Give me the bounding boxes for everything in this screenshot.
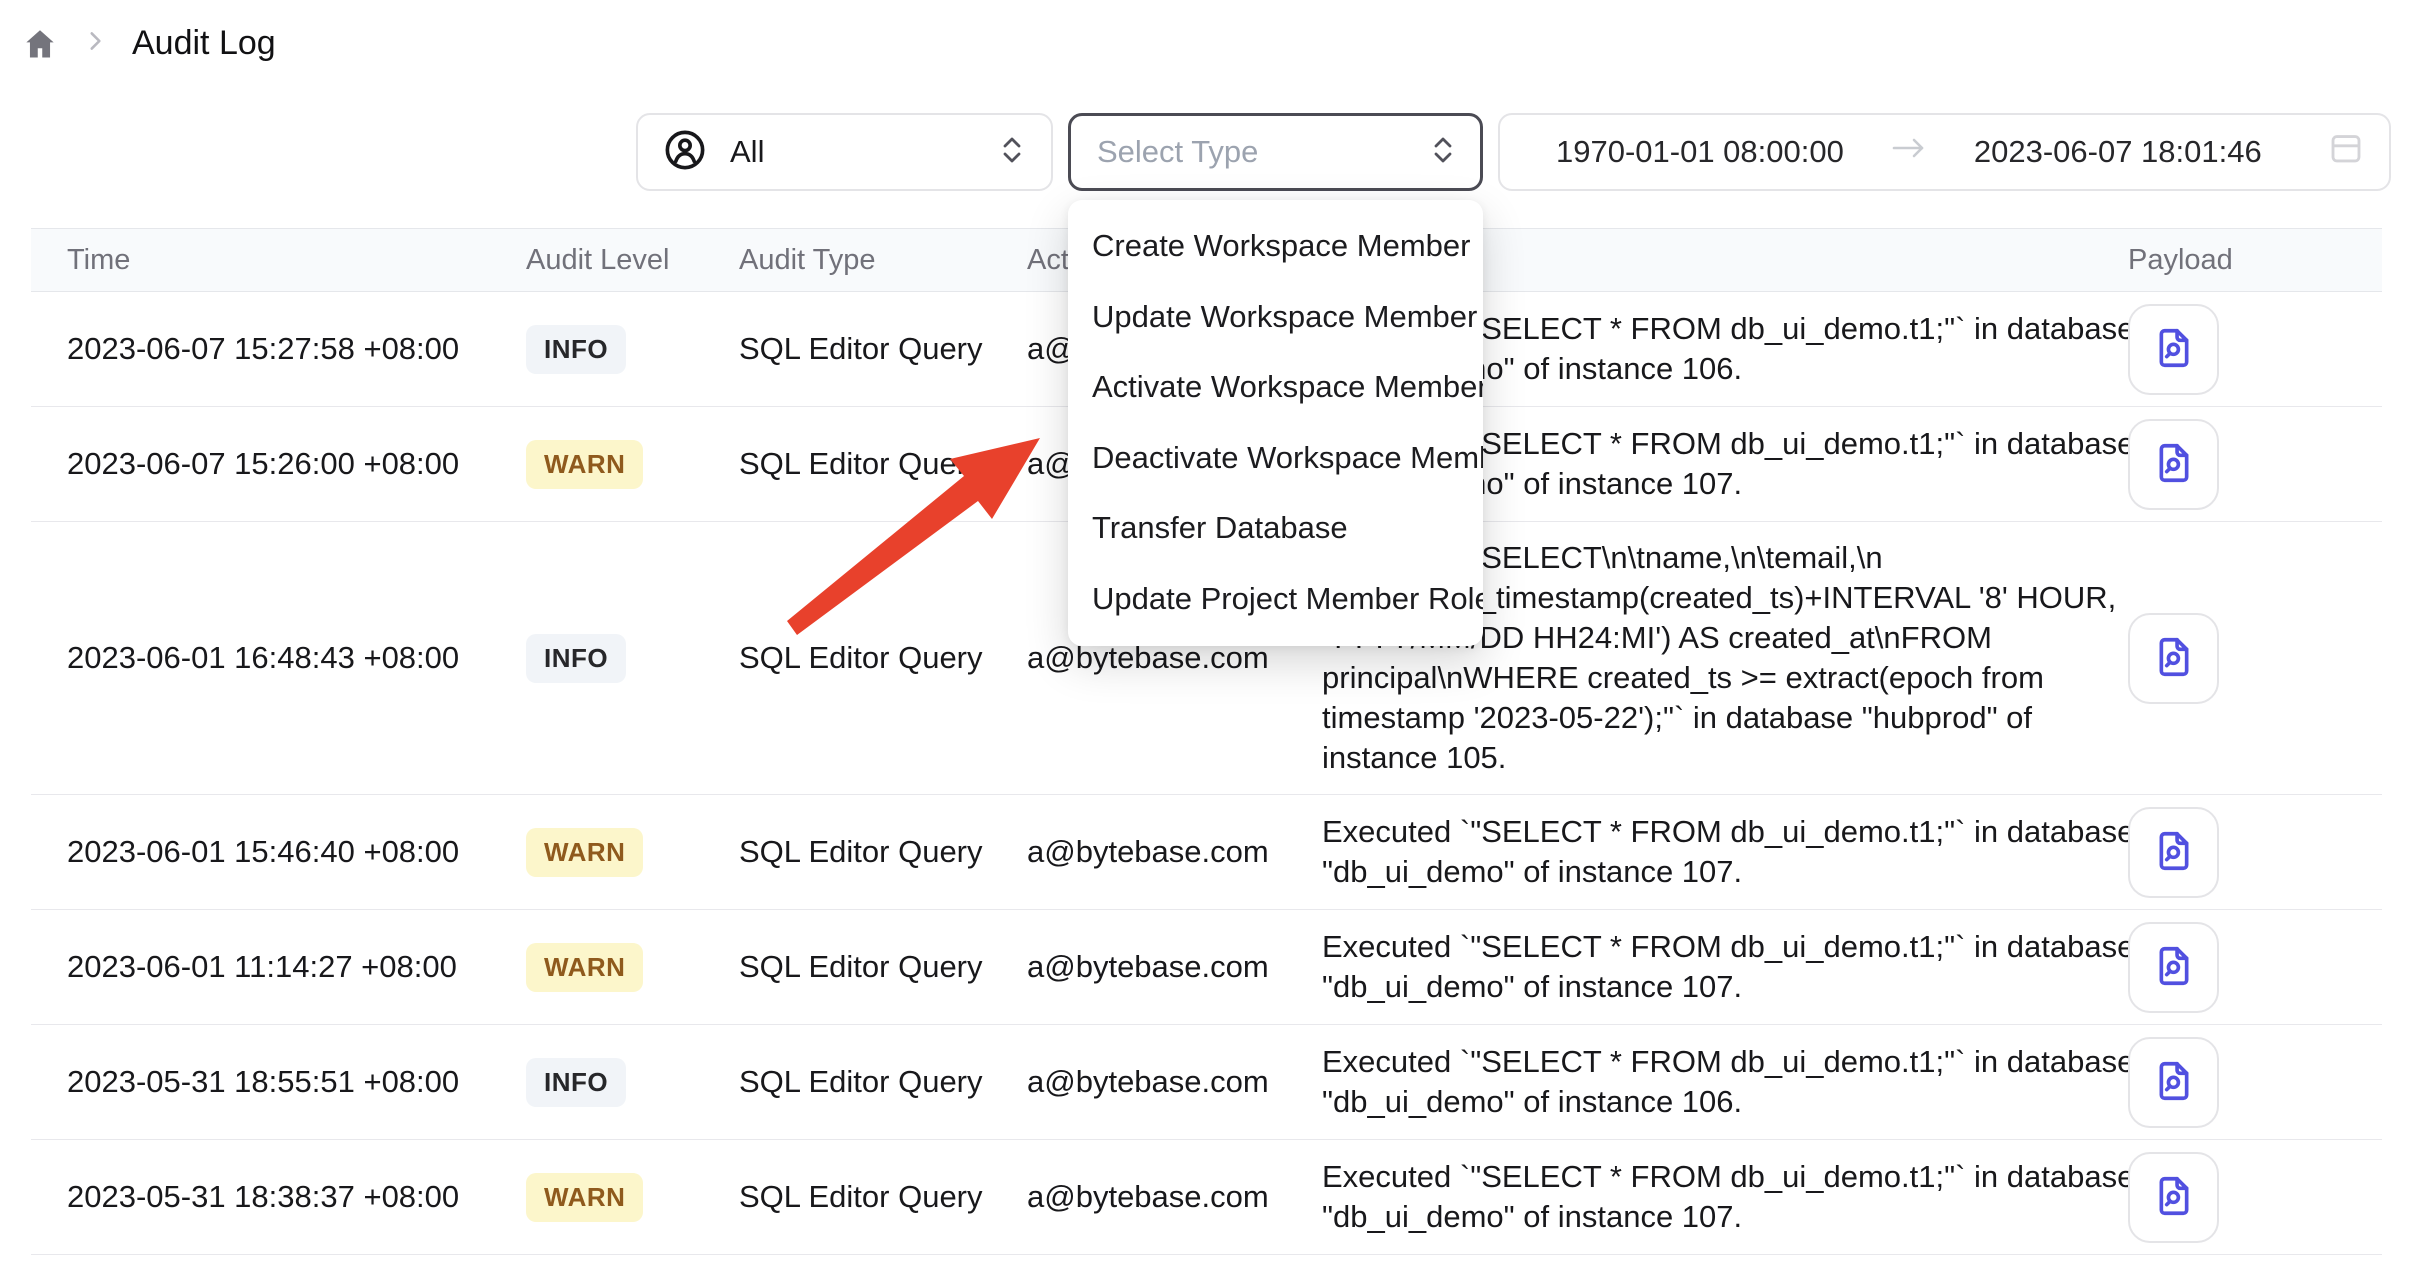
chevron-right-icon	[82, 28, 108, 59]
view-payload-button[interactable]	[2128, 1037, 2219, 1128]
audit-type: SQL Editor Query	[739, 640, 1027, 676]
comment-line: Executed `"SELECT * FROM db_ui_demo.t1;"…	[1322, 1157, 2097, 1197]
audit-level-badge: INFO	[526, 1058, 626, 1107]
audit-level-badge: WARN	[526, 943, 643, 992]
dropdown-option[interactable]: Create Workspace Member	[1068, 211, 1483, 282]
table-row: 2023-05-31 18:38:37 +08:00 WARN SQL Edit…	[31, 1140, 2382, 1255]
audit-time: 2023-06-07 15:26:00 +08:00	[31, 446, 526, 482]
file-search-icon	[2151, 634, 2197, 683]
comment-line: "db_ui_demo" of instance 107.	[1322, 1197, 2097, 1237]
dropdown-option[interactable]: Update Workspace Member	[1068, 282, 1483, 353]
comment-line: instance 105.	[1322, 738, 2097, 778]
audit-type: SQL Editor Query	[739, 949, 1027, 985]
comment-line: Executed `"SELECT * FROM db_ui_demo.t1;"…	[1322, 812, 2097, 852]
audit-type: SQL Editor Query	[739, 331, 1027, 367]
audit-level-badge: INFO	[526, 325, 626, 374]
chevron-up-down-icon	[1428, 132, 1458, 173]
header-payload: Payload	[2097, 244, 2382, 277]
view-payload-button[interactable]	[2128, 1152, 2219, 1243]
file-search-icon	[2151, 943, 2197, 992]
header-time: Time	[31, 244, 526, 277]
date-range-picker[interactable]: 1970-01-01 08:00:00 2023-06-07 18:01:46	[1498, 113, 2391, 191]
audit-actor: a@bytebase.com	[1027, 1179, 1322, 1215]
view-payload-button[interactable]	[2128, 419, 2219, 510]
table-row: 2023-05-31 18:55:51 +08:00 INFO SQL Edit…	[31, 1025, 2382, 1140]
view-payload-button[interactable]	[2128, 613, 2219, 704]
audit-level-badge: INFO	[526, 634, 626, 683]
view-payload-button[interactable]	[2128, 807, 2219, 898]
calendar-icon	[2327, 129, 2365, 175]
table-row: 2023-06-01 15:46:40 +08:00 WARN SQL Edit…	[31, 795, 2382, 910]
comment-line: "db_ui_demo" of instance 106.	[1322, 1082, 2097, 1122]
audit-time: 2023-06-01 15:46:40 +08:00	[31, 834, 526, 870]
file-search-icon	[2151, 325, 2197, 374]
type-filter-placeholder: Select Type	[1097, 134, 1258, 170]
comment-line: Executed `"SELECT * FROM db_ui_demo.t1;"…	[1322, 1042, 2097, 1082]
page-title: Audit Log	[132, 24, 276, 63]
dropdown-option[interactable]: Transfer Database	[1068, 493, 1483, 564]
view-payload-button[interactable]	[2128, 304, 2219, 395]
comment-line: "db_ui_demo" of instance 107.	[1322, 967, 2097, 1007]
audit-time: 2023-06-01 16:48:43 +08:00	[31, 640, 526, 676]
type-dropdown-menu: Create Workspace MemberUpdate Workspace …	[1068, 200, 1483, 646]
header-audit-type: Audit Type	[739, 244, 1027, 277]
audit-comment: Executed `"SELECT * FROM db_ui_demo.t1;"…	[1322, 911, 2097, 1023]
audit-type: SQL Editor Query	[739, 834, 1027, 870]
audit-type: SQL Editor Query	[739, 1064, 1027, 1100]
comment-line: principal\nWHERE created_ts >= extract(e…	[1322, 658, 2097, 698]
audit-time: 2023-05-31 18:38:37 +08:00	[31, 1179, 526, 1215]
comment-line: "db_ui_demo" of instance 107.	[1322, 852, 2097, 892]
actor-filter-select[interactable]: All	[636, 113, 1053, 191]
audit-type: SQL Editor Query	[739, 1179, 1027, 1215]
audit-time: 2023-06-01 11:14:27 +08:00	[31, 949, 526, 985]
file-search-icon	[2151, 828, 2197, 877]
date-range-end[interactable]: 2023-06-07 18:01:46	[1974, 134, 2262, 170]
dropdown-option[interactable]: Update Project Member Role	[1068, 564, 1483, 635]
filter-bar: All Select Type 1970-01-01 08:00:00 2023…	[636, 113, 2391, 191]
partial-next-row	[31, 1255, 2382, 1267]
audit-level-badge: WARN	[526, 828, 643, 877]
audit-comment: Executed `"SELECT * FROM db_ui_demo.t1;"…	[1322, 796, 2097, 908]
audit-level-badge: WARN	[526, 440, 643, 489]
chevron-up-down-icon	[997, 132, 1027, 173]
dropdown-option[interactable]: Activate Workspace Member	[1068, 352, 1483, 423]
date-range-start[interactable]: 1970-01-01 08:00:00	[1556, 134, 1844, 170]
home-icon[interactable]	[22, 26, 58, 62]
audit-actor: a@bytebase.com	[1027, 949, 1322, 985]
audit-level-badge: WARN	[526, 1173, 643, 1222]
file-search-icon	[2151, 1058, 2197, 1107]
type-filter-select[interactable]: Select Type	[1068, 113, 1483, 191]
header-audit-level: Audit Level	[526, 244, 739, 277]
person-circle-icon	[662, 127, 708, 178]
audit-type: SQL Editor Query	[739, 446, 1027, 482]
comment-line: Executed `"SELECT * FROM db_ui_demo.t1;"…	[1322, 927, 2097, 967]
audit-time: 2023-05-31 18:55:51 +08:00	[31, 1064, 526, 1100]
audit-comment: Executed `"SELECT * FROM db_ui_demo.t1;"…	[1322, 1026, 2097, 1138]
comment-line: timestamp '2023-05-22');"` in database "…	[1322, 698, 2097, 738]
arrow-right-icon	[1890, 133, 1928, 171]
audit-actor: a@bytebase.com	[1027, 1064, 1322, 1100]
table-row: 2023-06-01 11:14:27 +08:00 WARN SQL Edit…	[31, 910, 2382, 1025]
file-search-icon	[2151, 440, 2197, 489]
file-search-icon	[2151, 1173, 2197, 1222]
audit-comment: Executed `"SELECT * FROM db_ui_demo.t1;"…	[1322, 1141, 2097, 1253]
audit-time: 2023-06-07 15:27:58 +08:00	[31, 331, 526, 367]
actor-filter-value: All	[730, 134, 764, 170]
audit-actor: a@bytebase.com	[1027, 834, 1322, 870]
breadcrumb: Audit Log	[22, 24, 276, 63]
dropdown-option[interactable]: Deactivate Workspace Member	[1068, 423, 1483, 494]
view-payload-button[interactable]	[2128, 922, 2219, 1013]
